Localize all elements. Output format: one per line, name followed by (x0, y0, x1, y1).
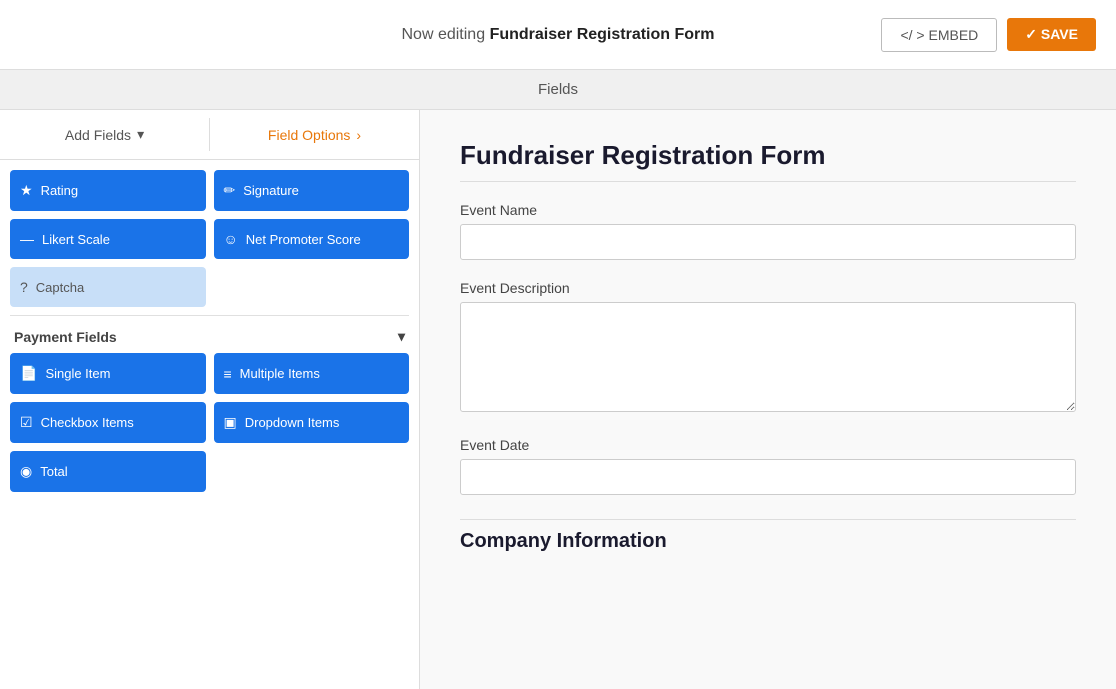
captcha-icon: ? (20, 279, 28, 295)
multiple-items-label: Multiple Items (240, 366, 320, 381)
company-info-section-title: Company Information (460, 519, 1076, 553)
single-item-label: Single Item (45, 366, 110, 381)
field-grid-single-multiple: 📄 Single Item ≡ Multiple Items (10, 353, 409, 394)
top-bar-actions: </ > EMBED ✓ SAVE (881, 18, 1096, 52)
star-icon: ★ (20, 182, 33, 199)
single-item-field-button[interactable]: 📄 Single Item (10, 353, 206, 394)
payment-chevron-icon: ▾ (398, 328, 405, 345)
event-date-input[interactable] (460, 459, 1076, 495)
rating-field-button[interactable]: ★ Rating (10, 170, 206, 211)
multiple-items-icon: ≡ (224, 366, 232, 382)
total-icon: ◉ (20, 463, 32, 480)
checkbox-icon: ☑ (20, 414, 33, 431)
fields-tab-label: Fields (538, 81, 578, 98)
right-panel: Fundraiser Registration Form Event Name … (420, 110, 1116, 689)
add-fields-chevron: ▾ (137, 126, 144, 143)
add-fields-tab[interactable]: Add Fields ▾ (0, 110, 209, 159)
main-layout: Add Fields ▾ Field Options › ★ Rating ✏ … (0, 110, 1116, 689)
likert-scale-field-button[interactable]: — Likert Scale (10, 219, 206, 259)
captcha-field-button[interactable]: ? Captcha (10, 267, 206, 307)
embed-button[interactable]: </ > EMBED (881, 18, 997, 52)
field-options-label: Field Options (268, 127, 350, 143)
form-name-title: Fundraiser Registration Form (490, 26, 715, 43)
field-options-chevron: › (356, 127, 361, 143)
total-field-button[interactable]: ◉ Total (10, 451, 206, 492)
event-date-field: Event Date (460, 437, 1076, 495)
add-fields-label: Add Fields (65, 127, 131, 143)
event-description-label: Event Description (460, 280, 1076, 296)
total-label: Total (40, 464, 67, 479)
likert-icon: — (20, 231, 34, 247)
form-preview-title: Fundraiser Registration Form (460, 140, 1076, 182)
field-scroll-area[interactable]: ★ Rating ✏ Signature — Likert Scale ☺ Ne… (0, 160, 419, 689)
likert-label: Likert Scale (42, 232, 110, 247)
signature-field-button[interactable]: ✏ Signature (214, 170, 410, 211)
nps-icon: ☺ (224, 231, 238, 247)
field-grid-total: ◉ Total (10, 451, 409, 492)
field-grid-likert-nps: — Likert Scale ☺ Net Promoter Score (10, 219, 409, 259)
multiple-items-field-button[interactable]: ≡ Multiple Items (214, 353, 410, 394)
payment-section-label: Payment Fields (14, 329, 117, 345)
event-description-field: Event Description (460, 280, 1076, 417)
fields-tab-bar: Fields (0, 70, 1116, 110)
top-bar: Now editing Fundraiser Registration Form… (0, 0, 1116, 70)
dropdown-items-label: Dropdown Items (245, 415, 340, 430)
field-grid-captcha: ? Captcha (10, 267, 409, 307)
event-name-field: Event Name (460, 202, 1076, 260)
field-grid-checkbox-dropdown: ☑ Checkbox Items ▣ Dropdown Items (10, 402, 409, 443)
tab-row: Add Fields ▾ Field Options › (0, 110, 419, 160)
net-promoter-score-field-button[interactable]: ☺ Net Promoter Score (214, 219, 410, 259)
dropdown-items-field-button[interactable]: ▣ Dropdown Items (214, 402, 410, 443)
checkbox-items-label: Checkbox Items (41, 415, 134, 430)
checkbox-items-field-button[interactable]: ☑ Checkbox Items (10, 402, 206, 443)
signature-label: Signature (243, 183, 299, 198)
event-date-label: Event Date (460, 437, 1076, 453)
dropdown-icon: ▣ (224, 414, 237, 431)
field-options-tab[interactable]: Field Options › (210, 110, 419, 159)
field-grid-rating-sig: ★ Rating ✏ Signature (10, 170, 409, 211)
editing-label: Now editing Fundraiser Registration Form (402, 26, 715, 44)
save-button[interactable]: ✓ SAVE (1007, 18, 1096, 51)
rating-label: Rating (41, 183, 79, 198)
event-description-textarea[interactable] (460, 302, 1076, 412)
left-panel: Add Fields ▾ Field Options › ★ Rating ✏ … (0, 110, 420, 689)
captcha-label: Captcha (36, 280, 84, 295)
single-item-icon: 📄 (20, 365, 37, 382)
payment-fields-section-header[interactable]: Payment Fields ▾ (10, 315, 409, 353)
editing-text: Now editing (402, 26, 486, 43)
pencil-icon: ✏ (224, 182, 236, 199)
nps-label: Net Promoter Score (246, 232, 361, 247)
event-name-input[interactable] (460, 224, 1076, 260)
event-name-label: Event Name (460, 202, 1076, 218)
